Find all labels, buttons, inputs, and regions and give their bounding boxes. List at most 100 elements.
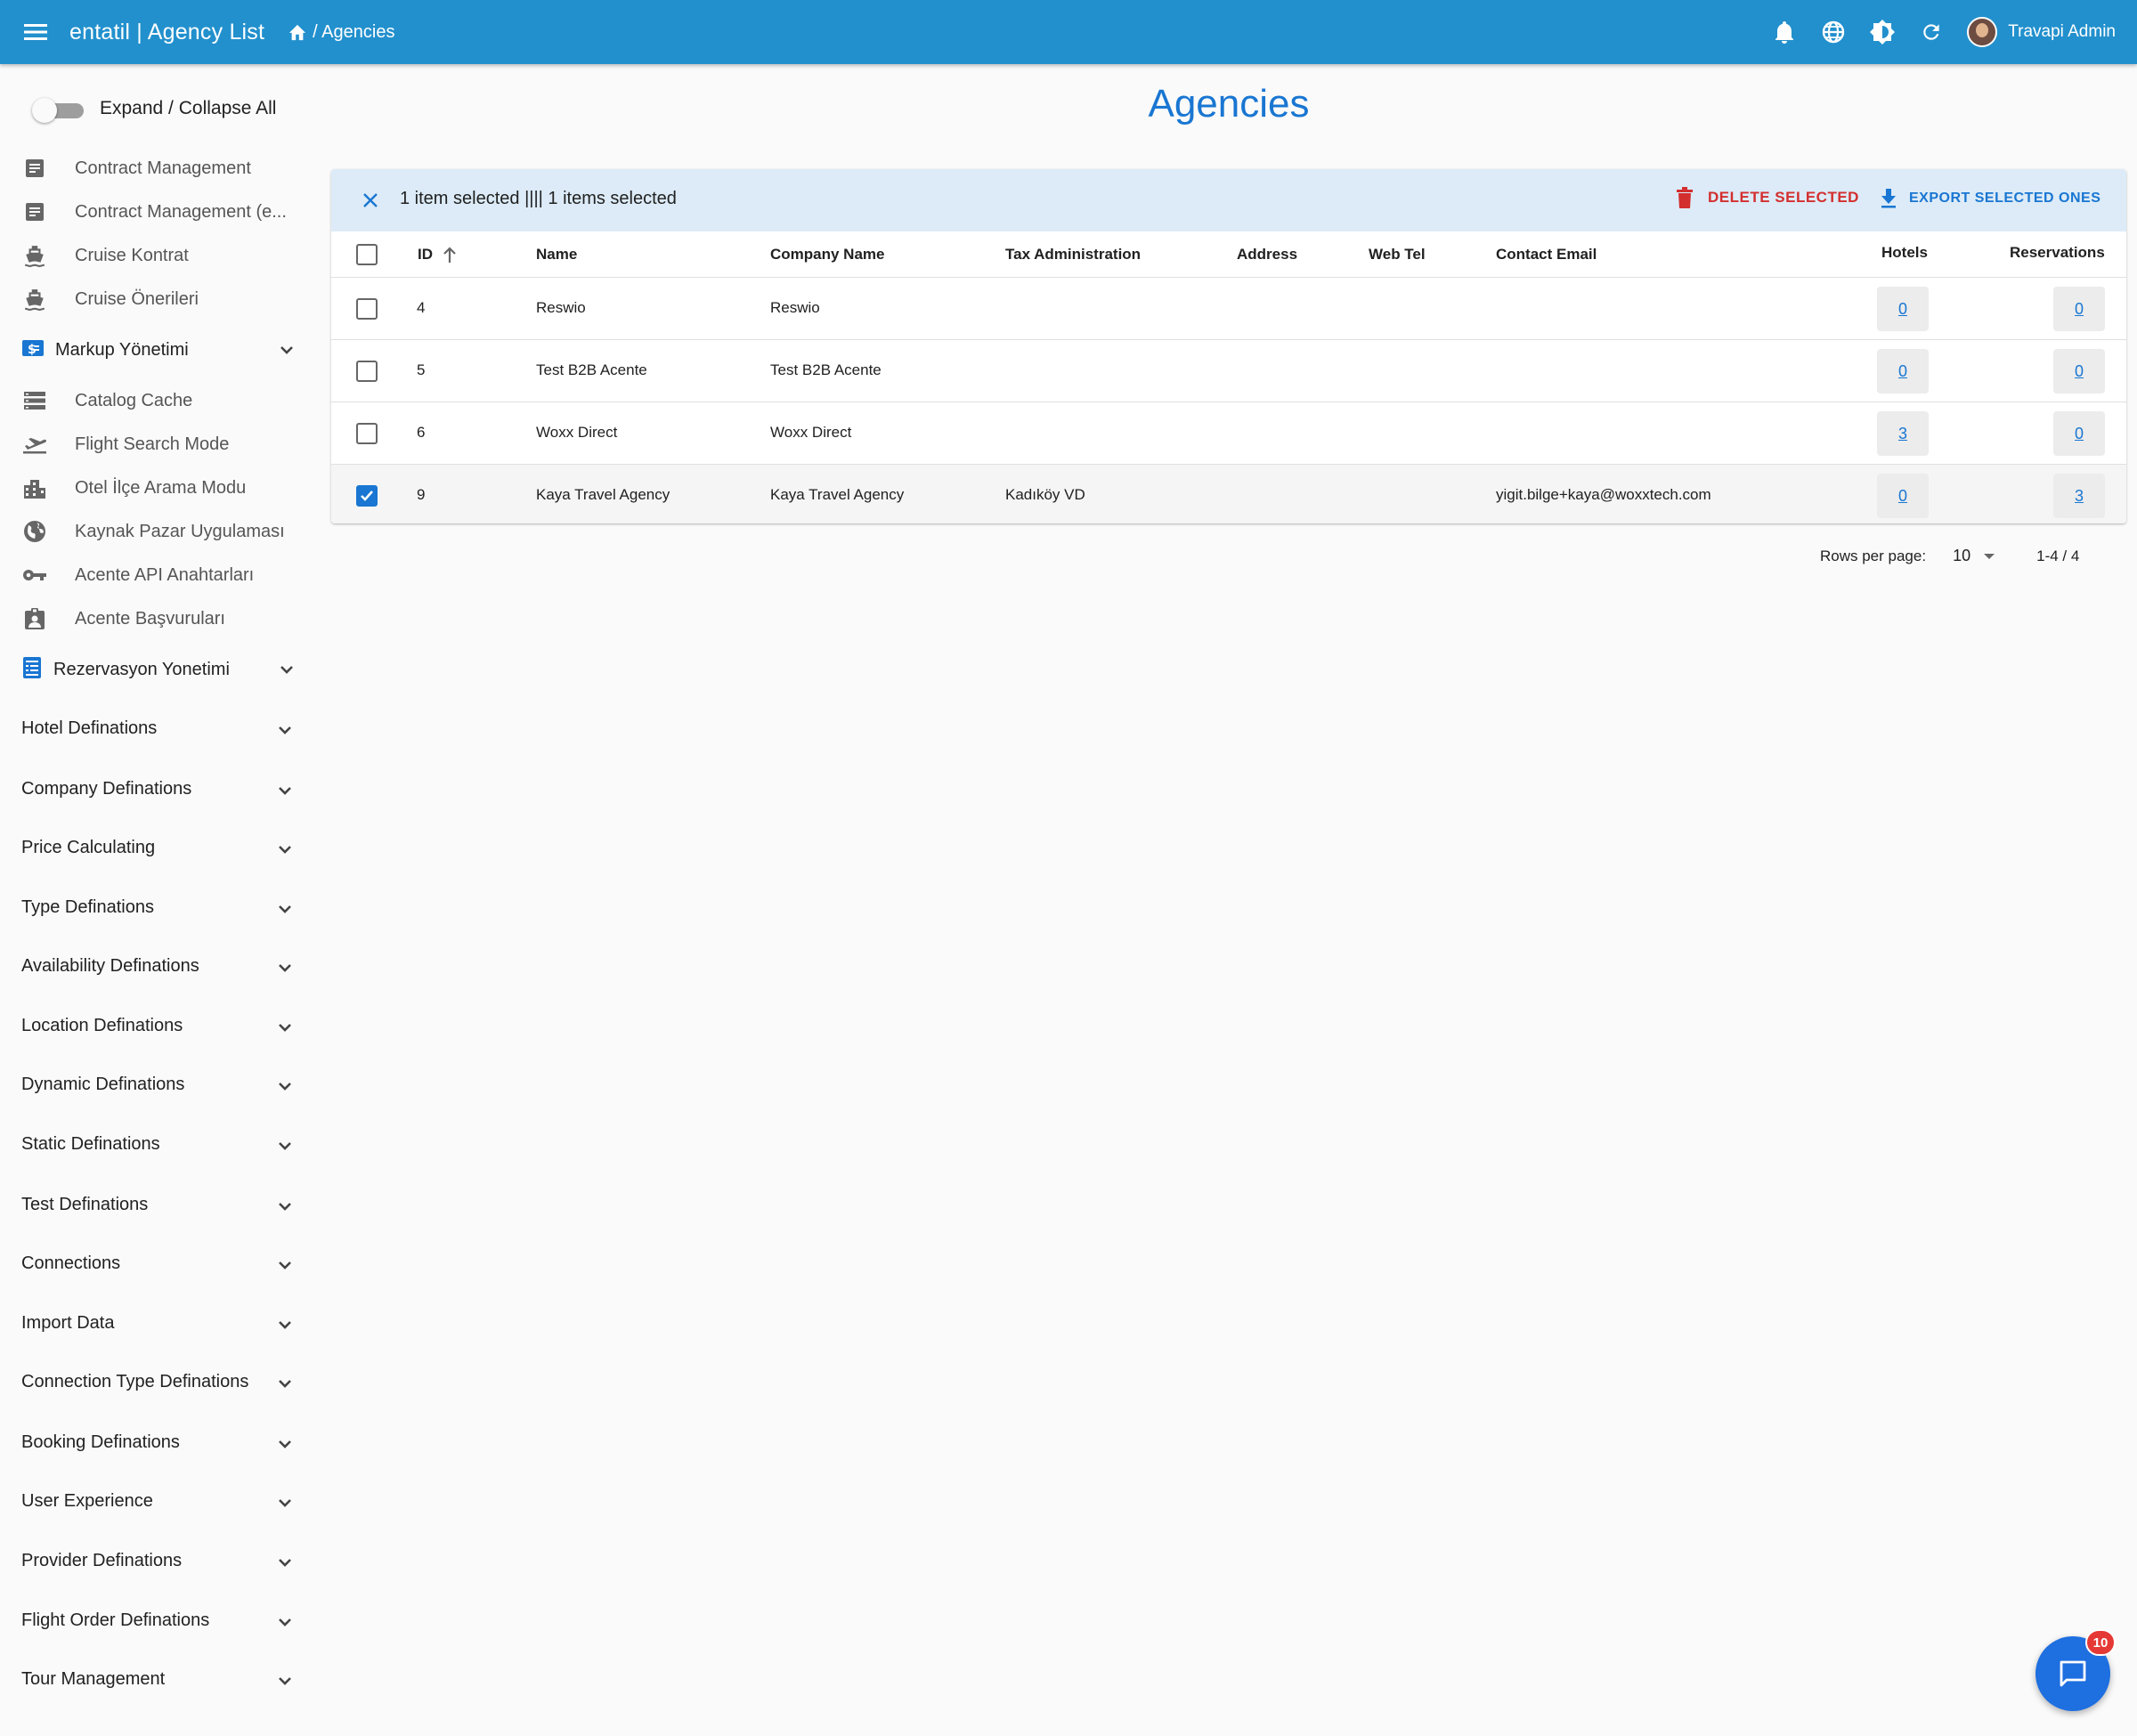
rows-per-page-select[interactable]: 10 [1953,547,1995,565]
chevron-down-icon[interactable] [274,1433,296,1455]
column-header-address[interactable]: Address [1237,246,1297,264]
close-icon[interactable] [358,188,383,213]
table-row-selected[interactable]: 9 Kaya Travel Agency Kaya Travel Agency … [331,465,2126,523]
sidebar-section-company-definations[interactable]: Company Definations [0,768,303,813]
arrow-up-icon[interactable] [442,246,458,264]
sidebar-section-label: Availability Definations [21,956,199,976]
chevron-down-icon[interactable] [274,1135,296,1156]
row-checkbox[interactable] [356,298,378,320]
sidebar-section-static-definations[interactable]: Static Definations [0,1124,303,1168]
reservations-count-link[interactable]: 0 [2053,287,2105,331]
cell-company: Kaya Travel Agency [770,486,905,503]
sidebar-item-flight-search-mode[interactable]: Flight Search Mode [21,426,229,462]
sidebar-item-kaynak-pazar[interactable]: Kaynak Pazar Uygulaması [21,514,285,549]
column-header-reservations[interactable]: Reservations [2010,244,2105,262]
home-icon[interactable] [288,23,307,41]
sidebar-section-label: Hotel Definations [21,718,158,738]
chevron-down-icon[interactable] [274,719,296,741]
chevron-down-icon[interactable] [274,780,296,801]
avatar[interactable] [1967,17,1998,47]
sidebar-section-hotel-definations[interactable]: Hotel Definations [0,708,303,752]
chevron-down-icon[interactable] [274,1373,296,1394]
bell-icon[interactable] [1767,14,1802,50]
row-checkbox[interactable] [356,361,378,382]
ship-icon [21,242,48,269]
column-header-id[interactable]: ID [418,246,458,264]
sidebar-item-cruise-kontrat[interactable]: Cruise Kontrat [21,238,189,273]
chevron-down-icon[interactable] [274,1075,296,1097]
chevron-down-icon[interactable] [274,1254,296,1276]
reservations-count-link[interactable]: 3 [2053,474,2105,518]
chevron-down-icon[interactable] [274,839,296,860]
table-row[interactable]: 6 Woxx Direct Woxx Direct 3 0 [331,402,2126,465]
chevron-down-icon[interactable] [274,1611,296,1633]
toggle-switch[interactable] [32,98,84,123]
chevron-down-icon[interactable] [274,1670,296,1691]
sidebar-item-acente-basvurulari[interactable]: Acente Başvuruları [21,601,225,637]
sidebar-section-booking-definations[interactable]: Booking Definations [0,1422,303,1466]
chevron-down-icon[interactable] [274,1017,296,1038]
hotels-count-link[interactable]: 3 [1877,411,1929,456]
delete-selected-button[interactable]: DELETE SELECTED [1676,187,1859,208]
sidebar-section-type-definations[interactable]: Type Definations [0,887,303,931]
hotels-count-link[interactable]: 0 [1877,474,1929,518]
sidebar-section-availability-definations[interactable]: Availability Definations [0,945,303,990]
sidebar-section-tour-management[interactable]: Tour Management [0,1659,303,1703]
table-row[interactable]: 4 Reswio Reswio 0 0 [331,278,2126,340]
chevron-down-icon[interactable] [276,659,297,680]
reservations-count-link[interactable]: 0 [2053,349,2105,393]
user-name[interactable]: Travapi Admin [2008,22,2116,42]
expand-collapse-toggle[interactable]: Expand / Collapse All [32,98,276,123]
sidebar-item-otel-ilce-arama-modu[interactable]: Otel İlçe Arama Modu [21,470,246,506]
row-checkbox-checked[interactable] [356,485,378,507]
select-all-checkbox[interactable] [356,244,378,265]
export-selected-button[interactable]: EXPORT SELECTED ONES [1881,189,2100,208]
sidebar-item-label: Catalog Cache [75,390,193,410]
chevron-down-icon[interactable] [274,898,296,920]
refresh-icon[interactable] [1914,14,1949,50]
hotels-count-link[interactable]: 0 [1877,287,1929,331]
chevron-down-icon[interactable] [276,339,297,361]
sidebar-item-label: Contract Management (e... [75,201,287,222]
brightness-icon[interactable] [1865,14,1900,50]
column-header-tax-administration[interactable]: Tax Administration [1005,246,1141,264]
sidebar-group-markup-yonetimi[interactable]: $ Markup Yönetimi [21,332,297,368]
sidebar-section-test-definations[interactable]: Test Definations [0,1184,303,1229]
column-header-name[interactable]: Name [536,246,577,264]
sidebar-section-location-definations[interactable]: Location Definations [0,1005,303,1050]
sidebar-group-rezervasyon-yonetimi[interactable]: Rezervasyon Yonetimi [21,652,297,687]
column-header-company-name[interactable]: Company Name [770,246,884,264]
column-header-web-tel[interactable]: Web Tel [1369,246,1426,264]
ship-icon [21,286,48,312]
sidebar-section-connection-type-definations[interactable]: Connection Type Definations [0,1361,303,1406]
sidebar-section-connections[interactable]: Connections [0,1243,303,1287]
cell-name: Reswio [536,299,586,316]
chevron-down-icon[interactable] [274,1552,296,1573]
column-header-contact-email[interactable]: Contact Email [1496,246,1597,264]
table-row[interactable]: 5 Test B2B Acente Test B2B Acente 0 0 [331,340,2126,402]
sidebar-section-import-data[interactable]: Import Data [0,1302,303,1347]
sidebar-item-catalog-cache[interactable]: Catalog Cache [21,383,192,418]
row-checkbox[interactable] [356,423,378,444]
sidebar-item-label: Otel İlçe Arama Modu [75,477,247,498]
sidebar-item-acente-api-anahtarlari[interactable]: Acente API Anahtarları [21,557,254,593]
sidebar-section-dynamic-definations[interactable]: Dynamic Definations [0,1064,303,1108]
reservations-count-link[interactable]: 0 [2053,411,2105,456]
chevron-down-icon[interactable] [274,1314,296,1335]
globe-icon[interactable] [1816,14,1851,50]
hotels-count-link[interactable]: 0 [1877,349,1929,393]
sidebar-section-provider-definations[interactable]: Provider Definations [0,1540,303,1585]
chevron-down-icon[interactable] [274,1196,296,1217]
chevron-down-icon[interactable] [274,1492,296,1513]
sidebar-section-user-experience[interactable]: User Experience [0,1480,303,1525]
chevron-down-icon[interactable] [274,957,296,978]
sidebar-item-contract-management[interactable]: Contract Management [21,150,251,186]
sidebar-item-contract-management-e[interactable]: Contract Management (e... [21,194,287,230]
sidebar-section-price-calculating[interactable]: Price Calculating [0,827,303,872]
column-header-hotels[interactable]: Hotels [1881,244,1928,262]
app-bar: entatil | Agency List / Agencies Travapi… [0,0,2137,64]
sidebar-section-flight-order-definations[interactable]: Flight Order Definations [0,1600,303,1644]
sidebar-item-cruise-onerileri[interactable]: Cruise Önerileri [21,281,199,317]
receipt-icon [21,656,43,684]
menu-icon[interactable] [21,18,50,46]
